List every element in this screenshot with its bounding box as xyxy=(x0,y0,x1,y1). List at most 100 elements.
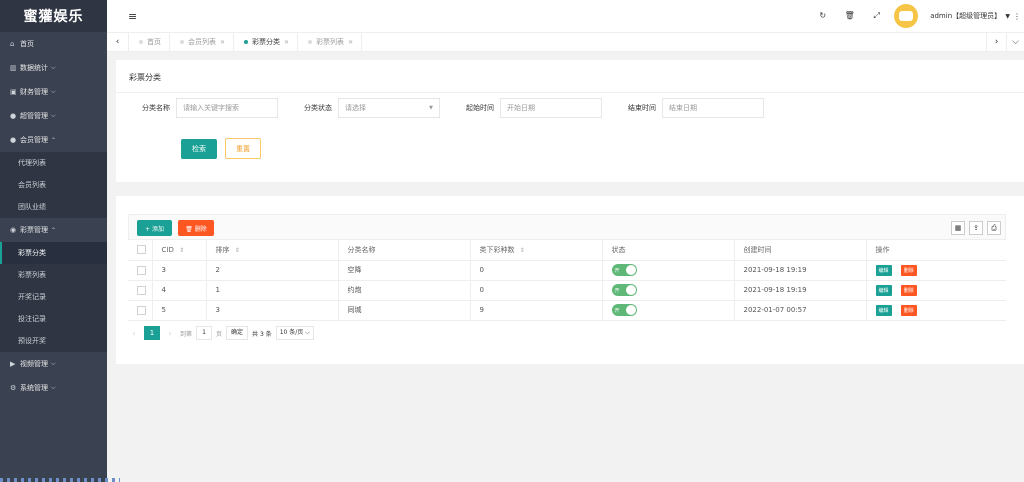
sidebar-item-lottery[interactable]: ◉ 彩票管理 ⌃ xyxy=(0,218,107,242)
nav-label: 彩票管理 xyxy=(20,226,48,234)
sort-icon[interactable]: ⇕ xyxy=(235,247,240,254)
page-size-select[interactable]: 10 条/页 ⌵ xyxy=(275,326,314,340)
field-label: 分类状态 xyxy=(304,104,332,112)
column-header-0[interactable] xyxy=(128,240,153,261)
cell-created: 2022-01-07 00:57 xyxy=(734,300,867,321)
export-icon[interactable]: ⇪ xyxy=(969,221,983,235)
sidebar-subitem-lottery-0[interactable]: 彩票分类 xyxy=(0,242,107,264)
tab-label: 彩票分类 xyxy=(252,38,281,46)
home-icon: ⌂ xyxy=(10,40,15,48)
tab-scroll-left-icon[interactable]: ‹ xyxy=(107,32,129,52)
data-table: CID ⇕ 排序 ⇕ 分类名称 类下彩种数 ⇕ 状态 创建时间 操作 3 2 空… xyxy=(128,240,1006,321)
chevron-icon: ⌵ xyxy=(51,64,56,71)
chevron-icon: ⌃ xyxy=(51,226,57,234)
chevron-icon: ⌵ xyxy=(51,360,56,367)
cell-count: 0 xyxy=(470,260,603,281)
more-icon[interactable]: ⋮ xyxy=(1010,12,1024,21)
delete-button[interactable]: 删除 xyxy=(900,304,917,316)
video-icon: ▶ xyxy=(10,360,16,368)
search-button[interactable]: 检索 xyxy=(181,139,217,159)
filter-field-2[interactable]: 开始日期 xyxy=(500,98,602,118)
column-header-1[interactable]: CID ⇕ xyxy=(152,240,207,261)
row-checkbox[interactable] xyxy=(137,265,146,275)
sort-icon[interactable]: ⇕ xyxy=(520,247,525,254)
tab-label: 首页 xyxy=(147,38,161,46)
tab-scroll-right-icon[interactable]: › xyxy=(986,32,1006,52)
cell-created: 2021-09-18 19:19 xyxy=(734,260,867,281)
filter-field-3[interactable]: 结束日期 xyxy=(662,98,764,118)
sidebar-subitem-member-2[interactable]: 团队业绩 xyxy=(0,196,107,218)
column-header-7: 操作 xyxy=(866,240,1006,261)
edit-button[interactable]: 编辑 xyxy=(875,264,892,276)
current-page[interactable]: 1 xyxy=(144,326,160,340)
table-toolbar: + 添加 🗑 删除 ▦ ⇪ ⎙ xyxy=(128,214,1006,240)
row-checkbox[interactable] xyxy=(137,305,146,315)
status-toggle[interactable]: 开 xyxy=(611,284,637,296)
sidebar-item-3[interactable]: ● 超管管理 ⌵ xyxy=(0,104,107,128)
filter-field-1[interactable]: 请选择 ▼ xyxy=(338,98,440,118)
delete-button[interactable]: 删除 xyxy=(900,264,917,276)
sidebar-subitem-member-0[interactable]: 代理列表 xyxy=(0,152,107,174)
goto-label: 到第 xyxy=(180,330,193,338)
fullscreen-icon[interactable]: ⤢ xyxy=(863,11,890,21)
close-icon[interactable]: ✕ xyxy=(220,39,225,46)
sidebar-item-bottom-0[interactable]: ▶ 视频管理 ⌵ xyxy=(0,352,107,376)
nav-label: 系统管理 xyxy=(20,384,48,392)
cell-cid: 4 xyxy=(152,280,207,301)
tab-2[interactable]: 彩票分类 ✕ xyxy=(234,32,299,52)
sidebar-subitem-lottery-1[interactable]: 彩票列表 xyxy=(0,264,107,286)
avatar[interactable] xyxy=(894,4,919,28)
edit-button[interactable]: 编辑 xyxy=(875,284,892,296)
column-header-2[interactable]: 排序 ⇕ xyxy=(206,240,339,261)
print-icon[interactable]: ⎙ xyxy=(987,221,1001,235)
sidebar-subitem-lottery-4[interactable]: 预设开奖 xyxy=(0,330,107,352)
sidebar-item-bottom-1[interactable]: ⚙ 系统管理 ⌵ xyxy=(0,376,107,400)
gamepad-icon: ◉ xyxy=(10,226,17,234)
gear-icon: ⚙ xyxy=(10,384,17,392)
caret-down-icon: ▼ xyxy=(429,105,433,111)
columns-icon[interactable]: ▦ xyxy=(951,221,965,235)
reset-button[interactable]: 重置 xyxy=(225,138,261,159)
sidebar-item-2[interactable]: ▣ 财务管理 ⌵ xyxy=(0,80,107,104)
trash-icon[interactable]: 🗑 xyxy=(836,11,863,21)
sidebar-item-1[interactable]: ▥ 数据统计 ⌵ xyxy=(0,56,107,80)
sidebar-item-4[interactable]: ● 会员管理 ⌃ xyxy=(0,128,107,152)
search-panel: 彩票分类 分类名称 请输入关键字搜索 分类状态 请选择 ▼ 起始时间 开始日期 … xyxy=(116,60,1024,182)
next-page-icon[interactable]: › xyxy=(164,329,176,338)
bulk-delete-button[interactable]: 🗑 删除 xyxy=(178,220,214,236)
tab-0[interactable]: 首页 xyxy=(129,32,170,52)
status-toggle[interactable]: 开 xyxy=(611,264,637,276)
tab-1[interactable]: 会员列表 ✕ xyxy=(170,32,235,52)
table-row: 3 2 空降 0 开 2021-09-18 19:19 编辑 删除 xyxy=(128,260,1006,281)
close-icon[interactable]: ✕ xyxy=(348,39,353,46)
column-header-3: 分类名称 xyxy=(338,240,471,261)
goto-confirm-button[interactable]: 确定 xyxy=(226,326,249,340)
refresh-icon[interactable]: ↻ xyxy=(809,11,836,21)
sidebar-subitem-lottery-2[interactable]: 开奖记录 xyxy=(0,286,107,308)
close-icon[interactable]: ✕ xyxy=(284,39,289,46)
row-checkbox[interactable] xyxy=(137,285,146,295)
user-menu[interactable]: admin【超级管理员】 ▼ xyxy=(930,11,1010,21)
tab-dot-icon xyxy=(244,40,249,44)
cell-cid: 5 xyxy=(152,300,207,321)
tab-dot-icon xyxy=(139,40,143,44)
tab-3[interactable]: 彩票列表 ✕ xyxy=(298,32,363,52)
column-header-4[interactable]: 类下彩种数 ⇕ xyxy=(470,240,603,261)
sidebar-subitem-lottery-3[interactable]: 投注记录 xyxy=(0,308,107,330)
edit-button[interactable]: 编辑 xyxy=(875,304,892,316)
status-toggle[interactable]: 开 xyxy=(611,304,637,316)
user-name: admin【超级管理员】 xyxy=(930,12,1002,20)
filter-field-0[interactable]: 请输入关键字搜索 xyxy=(176,98,278,118)
tab-menu-icon[interactable]: ⌵ xyxy=(1006,32,1024,52)
menu-toggle-icon[interactable]: ≡ xyxy=(128,10,137,23)
sidebar: 蜜獾娱乐 ⌂ 首页 ▥ 数据统计 ⌵ ▣ 财务管理 ⌵ ● 超管管理 ⌵ ● 会… xyxy=(0,0,120,482)
select-all-checkbox[interactable] xyxy=(137,245,146,255)
sidebar-subitem-member-1[interactable]: 会员列表 xyxy=(0,174,107,196)
goto-page-input[interactable]: 1 xyxy=(196,326,213,340)
prev-page-icon[interactable]: ‹ xyxy=(128,329,140,338)
nav-label: 财务管理 xyxy=(20,88,48,96)
delete-button[interactable]: 删除 xyxy=(900,284,917,296)
add-button[interactable]: + 添加 xyxy=(137,220,172,236)
sidebar-item-0[interactable]: ⌂ 首页 xyxy=(0,32,107,56)
sort-icon[interactable]: ⇕ xyxy=(179,247,184,254)
